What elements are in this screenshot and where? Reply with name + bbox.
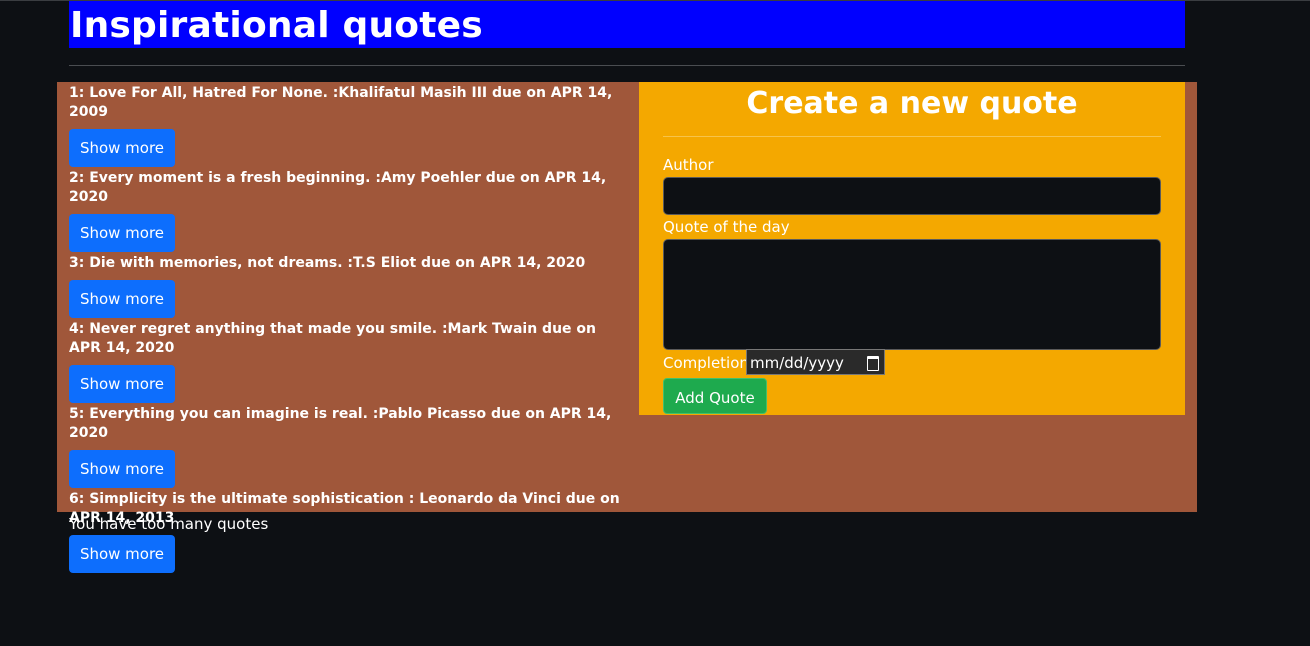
quote-item: 2: Every moment is a fresh beginning. :A… xyxy=(69,169,629,252)
quote-item: 3: Die with memories, not dreams. :T.S E… xyxy=(69,254,629,318)
calendar-icon[interactable] xyxy=(867,356,879,371)
quote-limit-message: You have too many quotes xyxy=(69,515,269,533)
form-title: Create a new quote xyxy=(746,86,1078,121)
quote-item: 5: Everything you can imagine is real. :… xyxy=(69,405,629,488)
main-content: 1: Love For All, Hatred For None. :Khali… xyxy=(57,82,1197,573)
quote-list: 1: Love For All, Hatred For None. :Khali… xyxy=(69,82,629,573)
show-more-button[interactable]: Show more xyxy=(69,129,175,167)
show-more-button[interactable]: Show more xyxy=(69,535,175,573)
quote-text: 1: Love For All, Hatred For None. :Khali… xyxy=(69,85,613,120)
header-bar: Inspirational quotes xyxy=(69,1,1185,48)
new-quote-form: Create a new quote Author Quote of the d… xyxy=(639,82,1185,415)
quote-label: Quote of the day xyxy=(663,218,790,236)
completion-label: Completion xyxy=(663,354,749,372)
quote-text: 5: Everything you can imagine is real. :… xyxy=(69,406,612,441)
quote-text: 2: Every moment is a fresh beginning. :A… xyxy=(69,170,607,205)
add-quote-button[interactable]: Add Quote xyxy=(663,378,767,414)
quote-textarea[interactable] xyxy=(663,239,1161,350)
form-divider xyxy=(663,136,1161,137)
date-placeholder: mm/dd/yyyy xyxy=(750,354,844,372)
show-more-button[interactable]: Show more xyxy=(69,365,175,403)
author-input[interactable] xyxy=(663,177,1161,215)
show-more-button[interactable]: Show more xyxy=(69,450,175,488)
show-more-button[interactable]: Show more xyxy=(69,214,175,252)
quote-text: 4: Never regret anything that made you s… xyxy=(69,321,597,356)
header-divider xyxy=(69,65,1185,66)
page-title: Inspirational quotes xyxy=(70,5,483,46)
author-label: Author xyxy=(663,156,714,174)
completion-date-input[interactable]: mm/dd/yyyy xyxy=(746,349,885,375)
quote-text: 3: Die with memories, not dreams. :T.S E… xyxy=(69,255,586,271)
quote-item: 4: Never regret anything that made you s… xyxy=(69,320,629,403)
show-more-button[interactable]: Show more xyxy=(69,280,175,318)
quote-item: 1: Love For All, Hatred For None. :Khali… xyxy=(69,84,629,167)
